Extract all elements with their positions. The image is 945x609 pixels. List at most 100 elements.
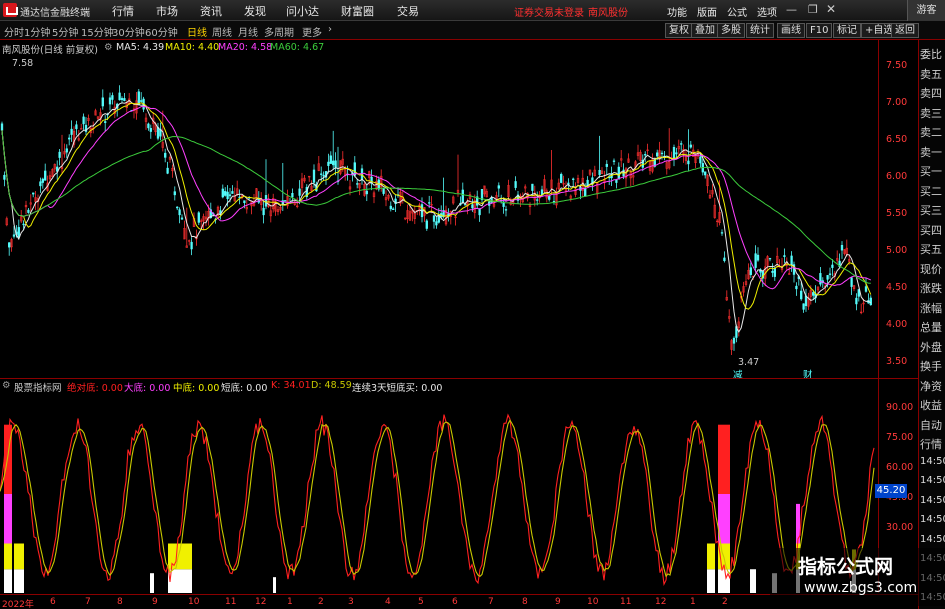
period-timeshare[interactable]: 分时 xyxy=(4,24,24,39)
side-panel-item[interactable]: 卖三 xyxy=(920,105,945,121)
price-axis-tick: 4.50 xyxy=(886,282,908,293)
side-panel-item[interactable]: 14:50 xyxy=(920,456,945,467)
side-panel-item[interactable]: 买一 xyxy=(920,163,945,179)
guest-button[interactable]: 游客 xyxy=(907,0,945,21)
absolute-bottom-label: 绝对底: 0.00 xyxy=(67,383,123,394)
menu-wealth[interactable]: 财富圈 xyxy=(341,3,374,19)
side-panel-item[interactable]: 现价 xyxy=(920,261,945,277)
side-panel-item[interactable]: 外盘 xyxy=(920,339,945,355)
date-tick: 1 xyxy=(287,597,293,607)
tool-multi[interactable]: 多股 xyxy=(717,23,745,38)
signal-bar xyxy=(150,573,154,593)
period-60min[interactable]: 60分钟 xyxy=(145,24,178,39)
date-tick: 9 xyxy=(555,597,561,607)
period-monthly[interactable]: 月线 xyxy=(238,24,258,39)
side-panel-item[interactable]: 14:50 xyxy=(920,514,945,525)
axis-divider xyxy=(878,40,879,593)
login-notice[interactable]: 证券交易未登录 xyxy=(514,4,584,19)
menu-options[interactable]: 选项 xyxy=(757,4,777,19)
side-panel-item[interactable]: 收益 xyxy=(920,397,945,413)
close-icon[interactable]: ✕ xyxy=(826,2,836,16)
side-panel-item[interactable]: 涨跌 xyxy=(920,280,945,296)
period-15min[interactable]: 15分钟 xyxy=(81,24,114,39)
ma20-line xyxy=(1,105,872,290)
k-line xyxy=(0,413,875,586)
side-panel-item[interactable]: 买三 xyxy=(920,202,945,218)
price-axis-tick: 7.00 xyxy=(886,97,908,108)
side-panel-item[interactable]: 卖二 xyxy=(920,124,945,140)
price-axis-tick: 6.50 xyxy=(886,134,908,145)
signal-bar xyxy=(14,543,24,570)
price-axis-tick: 5.50 xyxy=(886,208,908,219)
side-panel-item[interactable]: 买二 xyxy=(920,183,945,199)
menu-bar: 通达信金融终端 行情 市场 资讯 发现 问小达 财富圈 交易 证券交易未登录 南… xyxy=(0,0,945,21)
side-panel-item[interactable]: 14:50 xyxy=(920,534,945,545)
side-panel-item[interactable]: 买四 xyxy=(920,222,945,238)
period-daily[interactable]: 日线 xyxy=(187,24,207,39)
side-panel-item[interactable]: 净资 xyxy=(920,378,945,394)
date-tick: 6 xyxy=(50,597,56,607)
signal-bar xyxy=(707,543,715,570)
date-tick: 1 xyxy=(690,597,696,607)
side-panel-item[interactable]: 卖一 xyxy=(920,144,945,160)
date-tick: 12 xyxy=(655,597,667,607)
price-chart[interactable] xyxy=(0,40,878,378)
date-tick: 8 xyxy=(117,597,123,607)
menu-formula[interactable]: 公式 xyxy=(727,4,747,19)
tool-f10[interactable]: F10 xyxy=(806,23,833,38)
period-30min[interactable]: 30分钟 xyxy=(112,24,145,39)
mid-bottom-label: 中底: 0.00 xyxy=(173,383,220,394)
side-panel-item[interactable]: 换手 xyxy=(920,358,945,374)
menu-discover[interactable]: 发现 xyxy=(244,3,266,19)
menu-ask[interactable]: 问小达 xyxy=(286,3,319,19)
side-panel-item[interactable]: 行情 xyxy=(920,436,945,452)
menu-trade[interactable]: 交易 xyxy=(397,3,419,19)
period-5min[interactable]: 5分钟 xyxy=(52,24,78,39)
signal-bar xyxy=(707,569,715,593)
signal-bar xyxy=(4,543,12,570)
minimize-icon[interactable]: — xyxy=(786,3,797,16)
side-panel-item[interactable]: 涨幅 xyxy=(920,300,945,316)
tool-draw[interactable]: 画线 xyxy=(777,23,805,38)
chevron-right-icon[interactable]: › xyxy=(328,24,332,35)
period-1min[interactable]: 1分钟 xyxy=(24,24,50,39)
side-panel-item[interactable]: 买五 xyxy=(920,241,945,257)
side-panel-item[interactable]: 总量 xyxy=(920,319,945,335)
menu-market[interactable]: 行情 xyxy=(112,3,134,19)
chart-divider xyxy=(0,378,918,379)
side-panel-item[interactable]: 卖四 xyxy=(920,85,945,101)
menu-function[interactable]: 功能 xyxy=(667,4,687,19)
menu-exchange[interactable]: 市场 xyxy=(156,3,178,19)
date-tick: 12 xyxy=(255,597,267,607)
watermark-url: www.zbgs3.com xyxy=(804,580,918,596)
ma10-line xyxy=(1,102,872,310)
period-weekly[interactable]: 周线 xyxy=(212,24,232,39)
side-panel-item[interactable]: 委比 xyxy=(920,46,945,62)
tool-back[interactable]: 返回 xyxy=(891,23,919,38)
quote-side-panel[interactable]: 委比卖五卖四卖三卖二卖一买一买二买三买四买五现价涨跌涨幅总量外盘换手净资收益自动… xyxy=(918,40,945,609)
period-more[interactable]: 更多 xyxy=(302,24,322,39)
restore-icon[interactable]: ❐ xyxy=(808,3,818,16)
menu-news[interactable]: 资讯 xyxy=(200,3,222,19)
app-logo-icon xyxy=(3,3,18,17)
tool-adjust[interactable]: 复权 xyxy=(665,23,693,38)
tool-overlay[interactable]: 叠加 xyxy=(691,23,719,38)
side-panel-item[interactable]: 卖五 xyxy=(920,66,945,82)
side-panel-item[interactable]: 14:50 xyxy=(920,475,945,486)
side-panel-item[interactable]: 自动 xyxy=(920,417,945,433)
tool-stats[interactable]: 统计 xyxy=(746,23,774,38)
date-tick: 10 xyxy=(587,597,599,607)
price-axis-tick: 6.00 xyxy=(886,171,908,182)
indicator-axis-tick: 75.00 xyxy=(886,432,914,443)
signal-bar xyxy=(168,569,192,593)
period-toolbar: 分时 1分钟 5分钟 15分钟 30分钟 60分钟 日线 周线 月线 多周期 更… xyxy=(0,21,945,40)
settings-icon[interactable]: ⚙ xyxy=(2,380,11,391)
period-multi[interactable]: 多周期 xyxy=(264,24,294,39)
indicator-axis-tick: 30.00 xyxy=(886,522,914,533)
menu-layout[interactable]: 版面 xyxy=(697,4,717,19)
side-panel-item[interactable]: 14:50 xyxy=(920,495,945,506)
tool-mark[interactable]: 标记 xyxy=(833,23,861,38)
indicator-chart[interactable] xyxy=(0,395,878,593)
price-axis-tick: 4.00 xyxy=(886,319,908,330)
signal-bar xyxy=(273,577,276,593)
